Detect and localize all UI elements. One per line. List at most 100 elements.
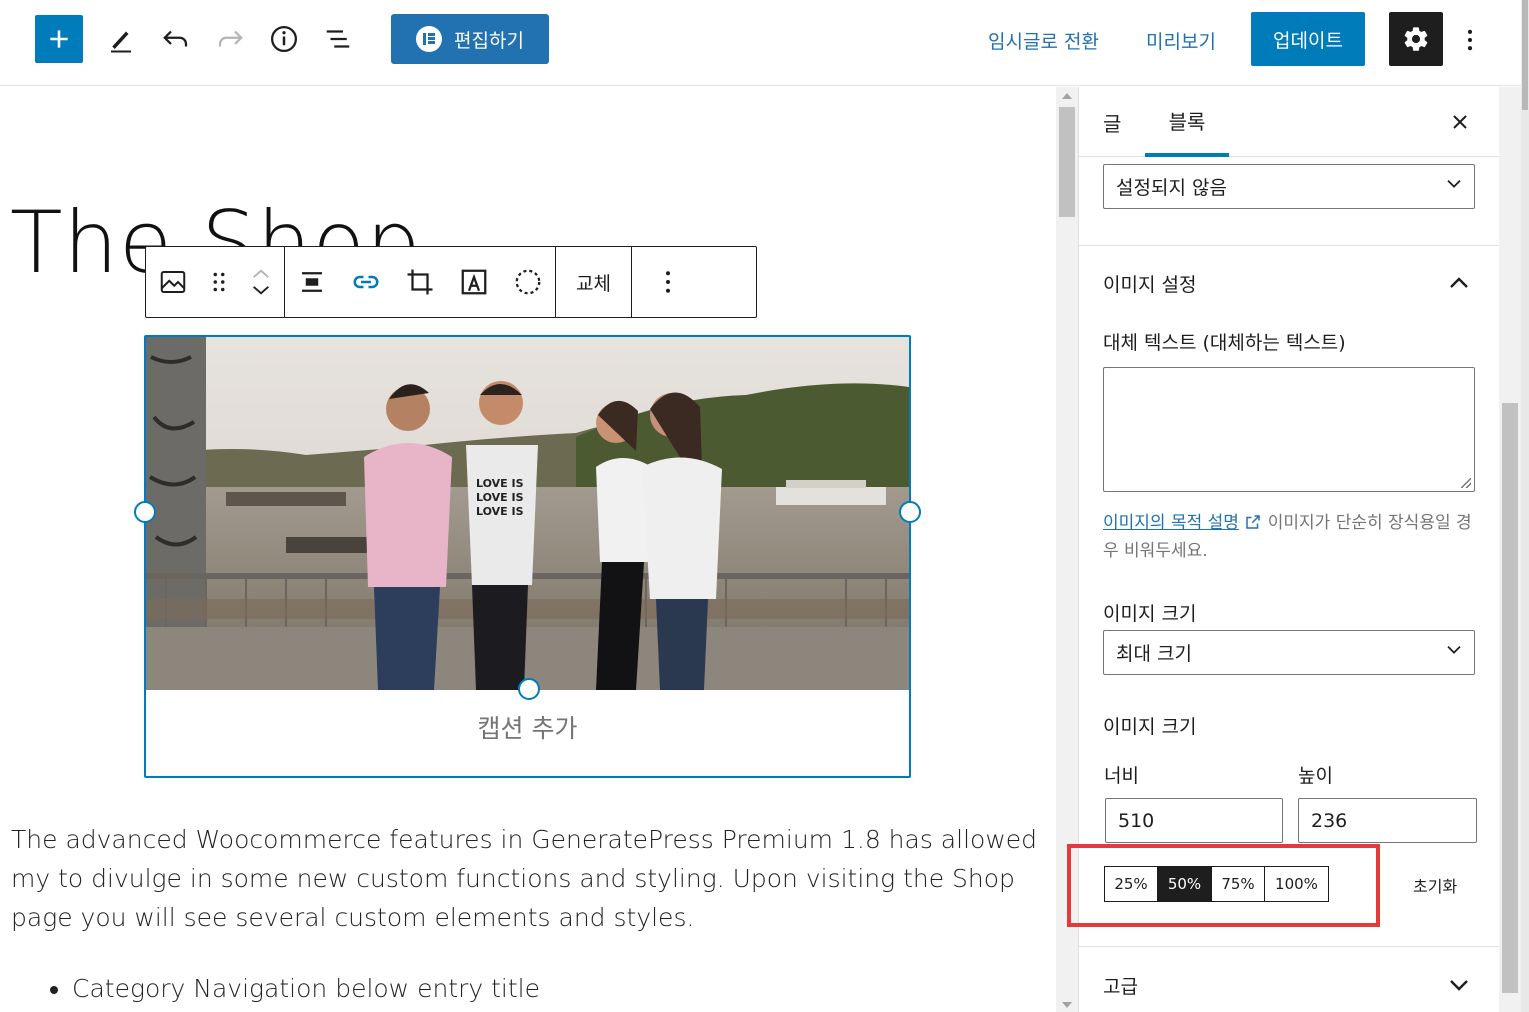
- window-scrollbar-thumb[interactable]: [1522, 0, 1528, 110]
- alt-text-help: 이미지의 목적 설명 이미지가 단순히 장식용일 경우 비워두세요.: [1103, 509, 1475, 565]
- edit-with-elementor-label: 편집하기: [454, 29, 524, 52]
- image-caption-placeholder[interactable]: 캡션 추가: [146, 709, 909, 745]
- block-inserter-button[interactable]: [35, 15, 83, 63]
- crop-icon: [407, 269, 433, 295]
- image-size-select[interactable]: 최대 크기: [1103, 630, 1475, 675]
- tab-post[interactable]: 글: [1103, 87, 1121, 157]
- alt-text-textarea[interactable]: [1103, 367, 1475, 492]
- block-type-switcher-button[interactable]: [146, 247, 200, 317]
- panel-divider: [1079, 946, 1499, 947]
- preview-button[interactable]: 미리보기: [1146, 20, 1216, 60]
- block-toolbar-group-replace: 교체: [556, 247, 632, 317]
- pencil-icon: [111, 31, 131, 53]
- undo-icon: [163, 30, 188, 47]
- alignment-select[interactable]: 설정되지 않음: [1103, 164, 1475, 209]
- editor-header: 편집하기 임시글로 전환 미리보기 업데이트: [0, 0, 1521, 86]
- crop-button[interactable]: [393, 247, 447, 317]
- width-input[interactable]: 510: [1105, 798, 1283, 843]
- close-sidebar-button[interactable]: [1443, 105, 1477, 139]
- details-button[interactable]: [264, 19, 304, 59]
- height-label: 높이: [1298, 765, 1333, 787]
- block-toolbar: 교체: [145, 246, 757, 318]
- chevron-down-icon[interactable]: [1447, 973, 1471, 997]
- tab-block[interactable]: 블록: [1145, 87, 1229, 157]
- sidebar-scrollbar[interactable]: [1499, 87, 1521, 1012]
- update-button[interactable]: 업데이트: [1251, 12, 1365, 66]
- info-icon: [271, 26, 297, 52]
- resize-handle-bottom[interactable]: [518, 678, 540, 700]
- close-icon: [1453, 115, 1467, 129]
- list-item[interactable]: Category Navigation below entry title: [72, 974, 540, 1003]
- canvas-scrollbar-thumb[interactable]: [1059, 107, 1075, 217]
- block-toolbar-group-tools: [285, 247, 556, 317]
- insert-link-button[interactable]: [339, 247, 393, 317]
- alt-text-help-link[interactable]: 이미지의 목적 설명: [1103, 513, 1239, 533]
- chevron-down-icon: [1447, 646, 1461, 654]
- text-overlay-icon: [461, 269, 487, 295]
- list-view-icon: [326, 30, 350, 48]
- list-view-button[interactable]: [318, 19, 358, 59]
- height-input[interactable]: 236: [1298, 798, 1477, 843]
- alignment-select-value: 설정되지 않음: [1116, 177, 1227, 199]
- svg-text:LOVE IS: LOVE IS: [476, 477, 524, 490]
- redo-icon: [218, 30, 243, 47]
- resize-handle-right[interactable]: [899, 501, 921, 523]
- image-size-select-value: 최대 크기: [1116, 643, 1192, 665]
- chevron-down-icon: [1447, 180, 1461, 188]
- switch-to-draft-button[interactable]: 임시글로 전환: [988, 20, 1099, 60]
- more-vertical-icon: [665, 271, 670, 293]
- sidebar-tabs: 글 블록: [1079, 87, 1499, 157]
- gear-icon: [1404, 27, 1428, 51]
- options-menu-button[interactable]: [1452, 20, 1488, 60]
- annotation-highlight-box: [1067, 844, 1380, 927]
- sidebar-scrollbar-thumb[interactable]: [1502, 403, 1518, 993]
- advanced-panel-title[interactable]: 고급: [1103, 972, 1138, 999]
- image-block-icon: [160, 271, 186, 293]
- image-settings-panel-title[interactable]: 이미지 설정: [1103, 270, 1196, 297]
- undo-button[interactable]: [156, 19, 196, 59]
- resize-grip-icon[interactable]: [1461, 478, 1471, 488]
- scroll-up-arrow[interactable]: [1062, 93, 1072, 99]
- svg-text:LOVE IS: LOVE IS: [476, 491, 524, 504]
- move-up-icon[interactable]: [250, 268, 272, 279]
- block-toolbar-group-options: [632, 247, 704, 317]
- resize-handle-left[interactable]: [134, 501, 156, 523]
- replace-button[interactable]: 교체: [556, 247, 631, 317]
- tools-button[interactable]: [101, 19, 141, 59]
- width-label: 너비: [1104, 765, 1139, 787]
- move-down-icon[interactable]: [250, 285, 272, 296]
- photo-people-on-bridge: LOVE IS LOVE IS LOVE IS: [146, 337, 909, 690]
- redo-button[interactable]: [210, 19, 250, 59]
- text-overlay-button[interactable]: [447, 247, 501, 317]
- plus-icon: [50, 30, 68, 48]
- alt-text-label: 대체 텍스트 (대체하는 텍스트): [1103, 332, 1346, 354]
- scroll-down-arrow[interactable]: [1062, 1002, 1072, 1008]
- duotone-button[interactable]: [501, 247, 555, 317]
- duotone-icon: [515, 269, 541, 295]
- panel-divider: [1079, 245, 1499, 246]
- paragraph-block[interactable]: The advanced Woocommerce features in Gen…: [11, 820, 1051, 937]
- more-vertical-icon: [1467, 29, 1473, 51]
- list-block[interactable]: Category Navigation below entry title: [48, 974, 540, 1003]
- chevron-up-icon[interactable]: [1447, 271, 1471, 295]
- edit-with-elementor-button[interactable]: 편집하기: [391, 14, 549, 64]
- image[interactable]: LOVE IS LOVE IS LOVE IS: [146, 337, 909, 690]
- drag-handle[interactable]: [200, 247, 238, 317]
- reset-dimensions-button[interactable]: 초기화: [1413, 873, 1457, 897]
- window-scrollbar[interactable]: [1521, 0, 1529, 1012]
- block-options-button[interactable]: [632, 247, 704, 317]
- align-button[interactable]: [285, 247, 339, 317]
- svg-text:LOVE IS: LOVE IS: [476, 505, 524, 518]
- block-toolbar-group-parent: [146, 247, 285, 317]
- drag-handle-icon: [213, 272, 225, 292]
- block-mover: [238, 247, 284, 317]
- settings-button[interactable]: [1389, 12, 1443, 66]
- image-dimensions-label: 이미지 크기: [1103, 716, 1197, 738]
- image-size-label: 이미지 크기: [1103, 603, 1197, 625]
- align-center-icon: [302, 272, 322, 292]
- link-icon: [353, 275, 379, 289]
- external-link-icon: [1246, 515, 1261, 529]
- editor-canvas: The Shop 교체 LOVE IS LOVE IS LOVE IS 캡션 추…: [0, 87, 1056, 1012]
- elementor-icon: [416, 26, 443, 52]
- image-block[interactable]: LOVE IS LOVE IS LOVE IS 캡션 추가: [134, 335, 921, 778]
